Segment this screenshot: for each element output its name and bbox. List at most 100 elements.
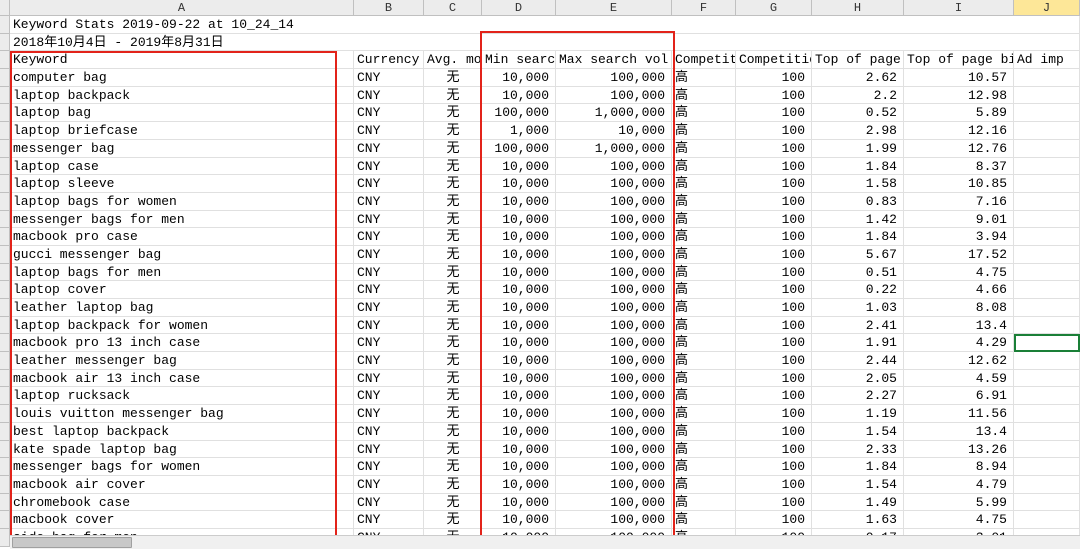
cell[interactable] xyxy=(1014,441,1080,459)
cell[interactable]: 无 xyxy=(424,299,482,317)
cell[interactable]: 1.54 xyxy=(812,476,904,494)
col-header-D[interactable]: D xyxy=(482,0,556,16)
cell[interactable]: 4.29 xyxy=(904,334,1014,352)
cell[interactable]: 11.56 xyxy=(904,405,1014,423)
cell[interactable]: 高 xyxy=(672,299,736,317)
col-header-E[interactable]: E xyxy=(556,0,672,16)
cell[interactable]: 无 xyxy=(424,175,482,193)
row-header[interactable] xyxy=(0,87,10,105)
cell[interactable]: 无 xyxy=(424,140,482,158)
cell[interactable]: CNY xyxy=(354,299,424,317)
cell[interactable]: 0.52 xyxy=(812,104,904,122)
cell[interactable]: 100 xyxy=(736,511,812,529)
cell[interactable]: 10,000 xyxy=(482,370,556,388)
cell[interactable]: 2.62 xyxy=(812,69,904,87)
cell[interactable]: CNY xyxy=(354,87,424,105)
cell[interactable]: 100 xyxy=(736,264,812,282)
cell[interactable]: 100 xyxy=(736,193,812,211)
cell[interactable]: 100,000 xyxy=(556,317,672,335)
cell[interactable] xyxy=(1014,246,1080,264)
cell[interactable]: Min search xyxy=(482,51,556,69)
col-header-G[interactable]: G xyxy=(736,0,812,16)
row-header[interactable] xyxy=(0,423,10,441)
select-all-corner[interactable] xyxy=(0,0,10,16)
cell[interactable]: 4.75 xyxy=(904,511,1014,529)
cell[interactable] xyxy=(1014,334,1080,352)
cell[interactable]: 12.62 xyxy=(904,352,1014,370)
cell[interactable]: CNY xyxy=(354,246,424,264)
cell[interactable]: 100,000 xyxy=(556,387,672,405)
cell[interactable]: 高 xyxy=(672,193,736,211)
cell[interactable]: 100 xyxy=(736,423,812,441)
cell[interactable]: 100,000 xyxy=(556,334,672,352)
row-header[interactable] xyxy=(0,16,10,34)
row-header[interactable] xyxy=(0,370,10,388)
cell[interactable]: 5.89 xyxy=(904,104,1014,122)
cell[interactable] xyxy=(1014,104,1080,122)
row-header[interactable] xyxy=(0,476,10,494)
cell[interactable]: 10,000 xyxy=(482,87,556,105)
cell[interactable]: 4.66 xyxy=(904,281,1014,299)
cell[interactable] xyxy=(1014,423,1080,441)
cell[interactable]: CNY xyxy=(354,511,424,529)
cell[interactable]: 高 xyxy=(672,441,736,459)
cell[interactable]: 无 xyxy=(424,494,482,512)
cell[interactable]: 高 xyxy=(672,317,736,335)
cell[interactable]: 100,000 xyxy=(556,281,672,299)
row-header[interactable] xyxy=(0,228,10,246)
cell[interactable]: messenger bags for men xyxy=(10,211,354,229)
cell[interactable]: laptop bags for women xyxy=(10,193,354,211)
cell[interactable] xyxy=(1014,299,1080,317)
col-header-B[interactable]: B xyxy=(354,0,424,16)
cell[interactable]: 1.49 xyxy=(812,494,904,512)
cell[interactable]: 1.84 xyxy=(812,228,904,246)
cell[interactable]: 100 xyxy=(736,211,812,229)
cell[interactable]: 100,000 xyxy=(556,211,672,229)
cell[interactable] xyxy=(1014,370,1080,388)
cell[interactable]: 100 xyxy=(736,228,812,246)
cell[interactable]: 无 xyxy=(424,458,482,476)
cell[interactable]: 无 xyxy=(424,104,482,122)
cell[interactable] xyxy=(1014,405,1080,423)
cell[interactable]: CNY xyxy=(354,387,424,405)
cell[interactable]: 2.44 xyxy=(812,352,904,370)
cell[interactable]: 10,000 xyxy=(482,511,556,529)
cell[interactable]: 无 xyxy=(424,281,482,299)
cell[interactable]: messenger bags for women xyxy=(10,458,354,476)
cell[interactable]: 8.94 xyxy=(904,458,1014,476)
cell[interactable]: 2.2 xyxy=(812,87,904,105)
cell[interactable]: 9.01 xyxy=(904,211,1014,229)
row-header[interactable] xyxy=(0,158,10,176)
cell[interactable]: 10,000 xyxy=(482,441,556,459)
cell[interactable]: 100,000 xyxy=(556,193,672,211)
row-header[interactable] xyxy=(0,122,10,140)
cell[interactable]: Competiti xyxy=(672,51,736,69)
cell[interactable]: 10,000 xyxy=(482,175,556,193)
cell[interactable]: 100,000 xyxy=(556,458,672,476)
cell[interactable]: 10,000 xyxy=(482,264,556,282)
row-header[interactable] xyxy=(0,299,10,317)
cell[interactable]: CNY xyxy=(354,228,424,246)
row-header[interactable] xyxy=(0,51,10,69)
cell[interactable] xyxy=(1014,352,1080,370)
cell[interactable]: 100,000 xyxy=(482,104,556,122)
cell[interactable]: 100,000 xyxy=(556,299,672,317)
cell[interactable]: 高 xyxy=(672,334,736,352)
cell[interactable]: 1.63 xyxy=(812,511,904,529)
cell[interactable]: 无 xyxy=(424,334,482,352)
cell[interactable]: 高 xyxy=(672,175,736,193)
cell[interactable]: louis vuitton messenger bag xyxy=(10,405,354,423)
cell[interactable]: CNY xyxy=(354,423,424,441)
cell[interactable]: 2.98 xyxy=(812,122,904,140)
cell[interactable]: 100 xyxy=(736,317,812,335)
cell[interactable]: 10,000 xyxy=(482,69,556,87)
cell[interactable] xyxy=(1014,511,1080,529)
cell[interactable]: Top of page xyxy=(812,51,904,69)
cell[interactable] xyxy=(1014,458,1080,476)
cell[interactable]: 100 xyxy=(736,104,812,122)
row-header[interactable] xyxy=(0,529,10,547)
cell[interactable]: 1.99 xyxy=(812,140,904,158)
cell[interactable]: 无 xyxy=(424,423,482,441)
cell[interactable]: 无 xyxy=(424,317,482,335)
cell[interactable]: 2.33 xyxy=(812,441,904,459)
